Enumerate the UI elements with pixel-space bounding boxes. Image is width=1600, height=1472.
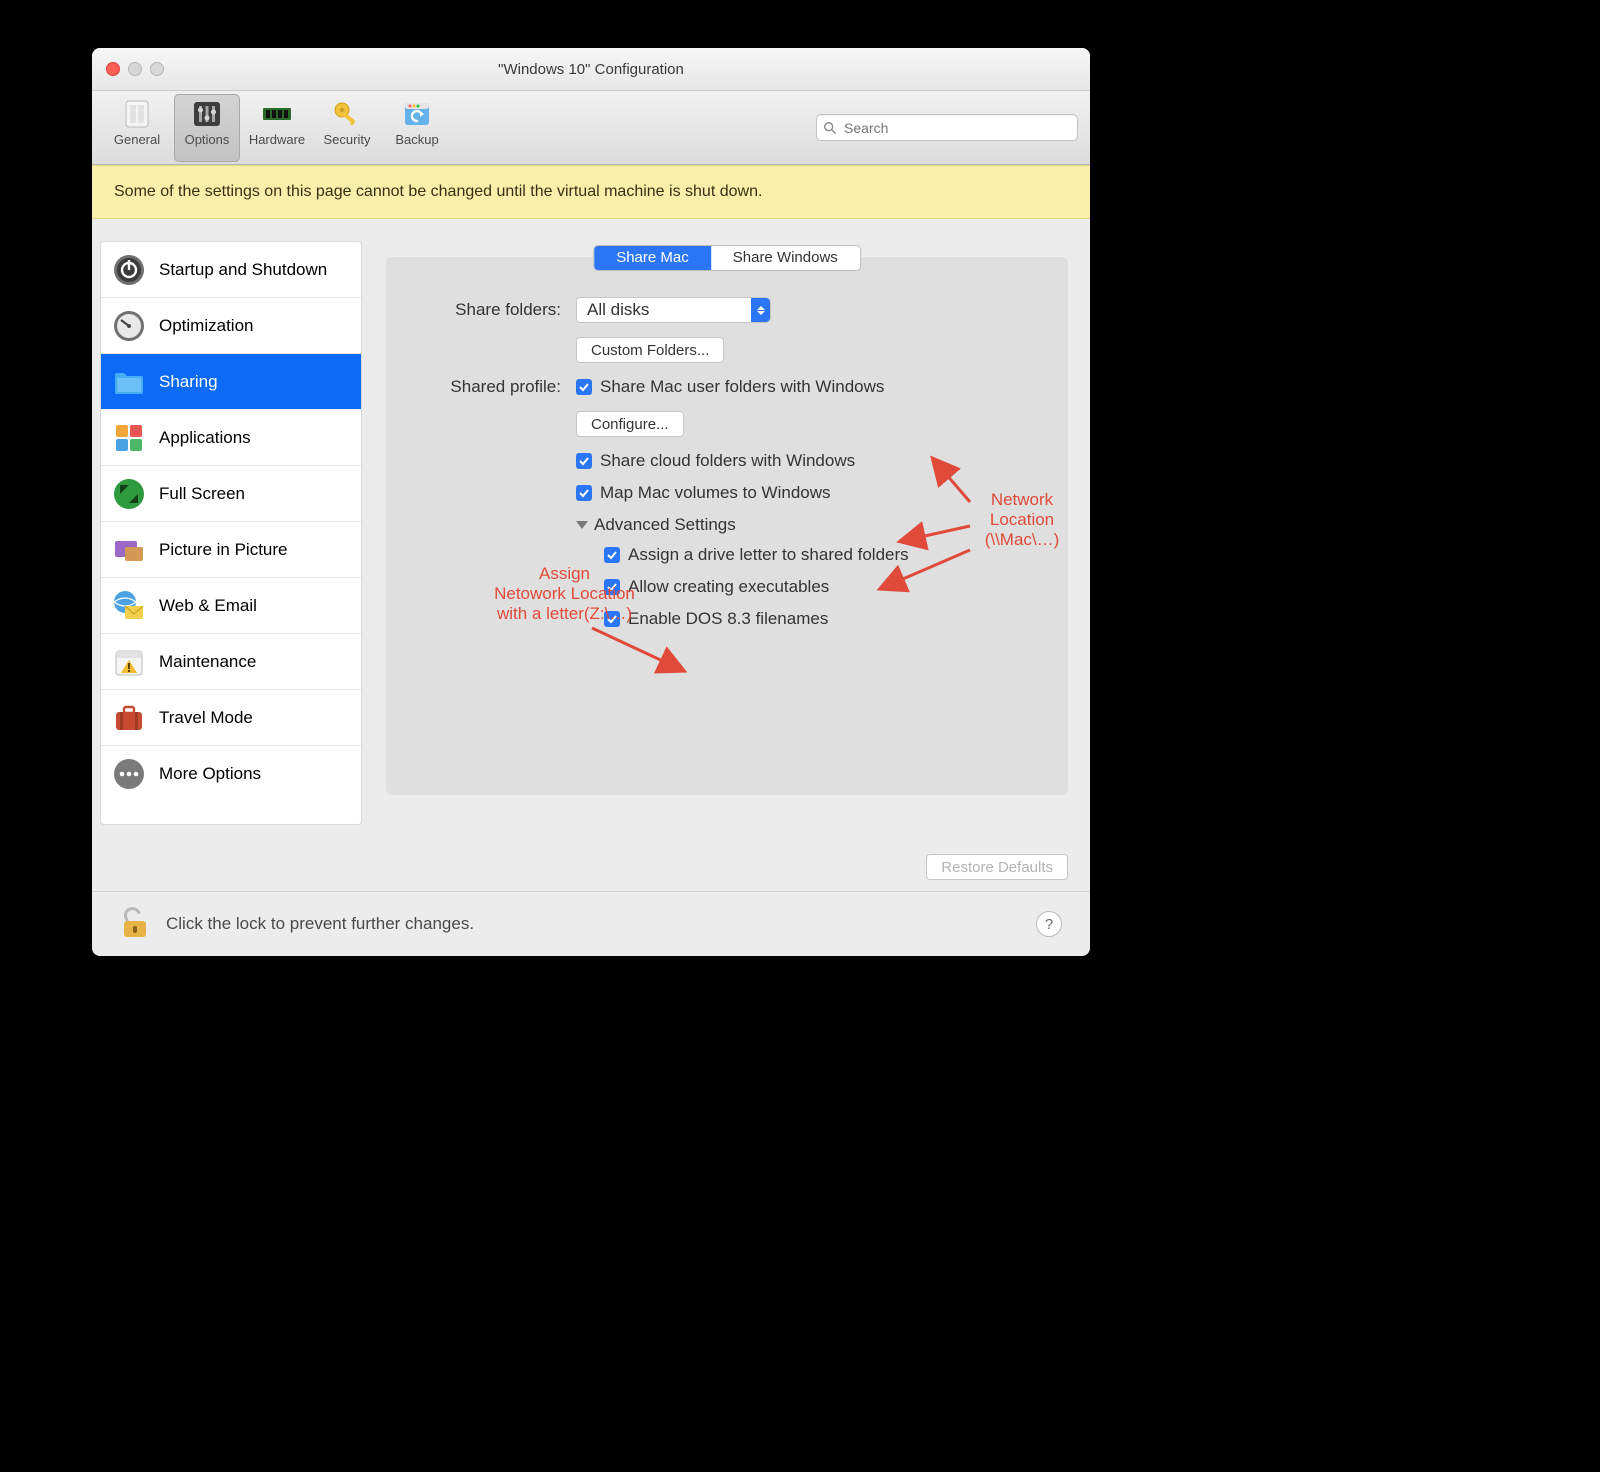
- sidebar-item-maintenance[interactable]: Maintenance: [101, 634, 361, 690]
- window-title: "Windows 10" Configuration: [92, 61, 1090, 78]
- calendar-warn-icon: [111, 644, 147, 680]
- sidebar-item-pip[interactable]: Picture in Picture: [101, 522, 361, 578]
- toolbar-hardware[interactable]: Hardware: [244, 94, 310, 162]
- sidebar-item-sharing[interactable]: Sharing: [101, 354, 361, 410]
- share-user-folders-label: Share Mac user folders with Windows: [600, 377, 884, 397]
- key-icon: [331, 98, 363, 130]
- checkbox-dos83[interactable]: [604, 611, 620, 627]
- zoom-icon: [150, 62, 164, 76]
- sidebar-item-web[interactable]: Web & Email: [101, 578, 361, 634]
- close-icon[interactable]: [106, 62, 120, 76]
- share-segment: Share Mac Share Windows: [593, 245, 861, 271]
- sidebar-item-applications[interactable]: Applications: [101, 410, 361, 466]
- switch-icon: [121, 98, 153, 130]
- sharing-panel: Share Mac Share Windows Share folders: A…: [386, 257, 1068, 795]
- sidebar-item-label: Optimization: [159, 316, 253, 336]
- toolbar-backup[interactable]: Backup: [384, 94, 450, 162]
- toolbar: General Options Hardware Security: [92, 91, 1090, 165]
- sidebar-item-label: Web & Email: [159, 596, 257, 616]
- chevron-down-icon: [576, 521, 588, 529]
- pip-icon: [111, 532, 147, 568]
- checkbox-map-volumes[interactable]: [576, 485, 592, 501]
- sidebar-item-label: Sharing: [159, 372, 218, 392]
- toolbar-security[interactable]: Security: [314, 94, 380, 162]
- advanced-disclosure[interactable]: Advanced Settings: [576, 515, 1068, 535]
- sliders-icon: [191, 98, 223, 130]
- segment-share-windows[interactable]: Share Windows: [711, 246, 860, 270]
- checkbox-share-user-folders[interactable]: [576, 379, 592, 395]
- fullscreen-icon: [111, 476, 147, 512]
- executables-label: Allow creating executables: [628, 577, 829, 597]
- sidebar-item-label: Travel Mode: [159, 708, 253, 728]
- suitcase-icon: [111, 700, 147, 736]
- share-folders-label: Share folders:: [386, 300, 561, 320]
- sidebar-item-label: Full Screen: [159, 484, 245, 504]
- shared-profile-label: Shared profile:: [386, 377, 561, 397]
- sidebar-item-label: Applications: [159, 428, 251, 448]
- toolbar-options[interactable]: Options: [174, 94, 240, 162]
- sidebar-item-travel[interactable]: Travel Mode: [101, 690, 361, 746]
- apps-icon: [111, 420, 147, 456]
- globe-mail-icon: [111, 588, 147, 624]
- search-icon: [823, 121, 837, 135]
- lock-icon[interactable]: [120, 904, 150, 945]
- options-sidebar: Startup and Shutdown Optimization Sharin…: [100, 241, 362, 825]
- help-button[interactable]: ?: [1036, 911, 1062, 937]
- sidebar-item-fullscreen[interactable]: Full Screen: [101, 466, 361, 522]
- footer: Click the lock to prevent further change…: [92, 891, 1090, 956]
- sidebar-item-label: Picture in Picture: [159, 540, 288, 560]
- warning-banner: Some of the settings on this page cannot…: [92, 165, 1090, 219]
- sidebar-item-startup[interactable]: Startup and Shutdown: [101, 242, 361, 298]
- configure-button[interactable]: Configure...: [576, 411, 684, 437]
- search-input[interactable]: [842, 119, 1071, 137]
- share-cloud-label: Share cloud folders with Windows: [600, 451, 855, 471]
- sidebar-item-more[interactable]: More Options: [101, 746, 361, 801]
- sidebar-item-label: More Options: [159, 764, 261, 784]
- sidebar-item-optimization[interactable]: Optimization: [101, 298, 361, 354]
- gauge-icon: [111, 308, 147, 344]
- restore-defaults-button[interactable]: Restore Defaults: [926, 854, 1068, 880]
- detail-area: Share Mac Share Windows Share folders: A…: [386, 241, 1068, 825]
- chevron-updown-icon: [751, 298, 770, 322]
- minimize-icon: [128, 62, 142, 76]
- checkbox-drive-letter[interactable]: [604, 547, 620, 563]
- sidebar-item-label: Startup and Shutdown: [159, 260, 327, 280]
- lock-text: Click the lock to prevent further change…: [166, 914, 474, 934]
- map-volumes-label: Map Mac volumes to Windows: [600, 483, 831, 503]
- more-icon: [111, 756, 147, 792]
- restore-defaults-area: Restore Defaults: [926, 854, 1068, 880]
- toolbar-general[interactable]: General: [104, 94, 170, 162]
- drive-letter-label: Assign a drive letter to shared folders: [628, 545, 909, 565]
- configuration-window: "Windows 10" Configuration General Optio…: [92, 48, 1090, 956]
- segment-share-mac[interactable]: Share Mac: [594, 246, 711, 270]
- search-field[interactable]: [816, 114, 1078, 141]
- custom-folders-button[interactable]: Custom Folders...: [576, 337, 724, 363]
- checkbox-executables[interactable]: [604, 579, 620, 595]
- dos83-label: Enable DOS 8.3 filenames: [628, 609, 828, 629]
- memory-icon: [261, 98, 293, 130]
- folder-share-icon: [111, 364, 147, 400]
- backup-icon: [401, 98, 433, 130]
- power-icon: [111, 252, 147, 288]
- share-folders-select[interactable]: All disks: [576, 297, 771, 323]
- titlebar[interactable]: "Windows 10" Configuration: [92, 48, 1090, 91]
- sidebar-item-label: Maintenance: [159, 652, 256, 672]
- checkbox-share-cloud[interactable]: [576, 453, 592, 469]
